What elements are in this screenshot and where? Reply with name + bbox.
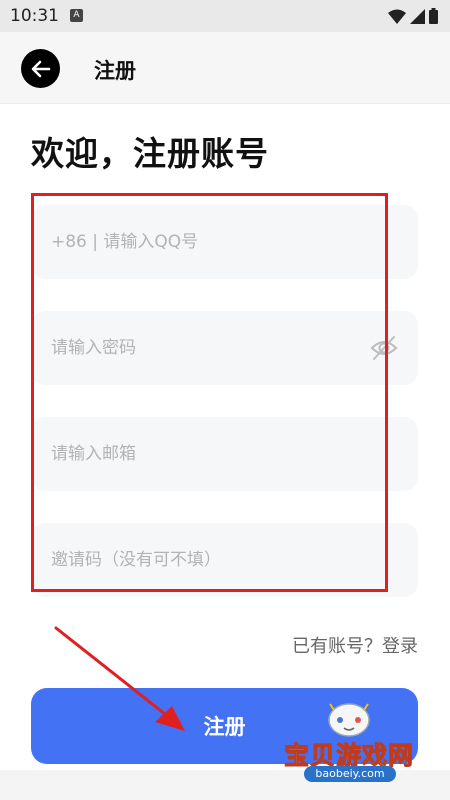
app-bar: 注册 <box>0 32 450 104</box>
invite-code-input[interactable] <box>31 523 418 597</box>
password-input[interactable] <box>31 311 418 385</box>
email-input[interactable] <box>31 417 418 491</box>
gamepad-mascot-icon <box>328 703 370 737</box>
page-title: 注册 <box>94 59 136 83</box>
status-time: 10:31 <box>10 6 59 26</box>
watermark-url: baobeiy.com <box>304 766 396 782</box>
status-bar: 10:31 A <box>0 0 450 32</box>
wifi-icon <box>388 9 406 24</box>
login-link[interactable]: 已有账号？登录 <box>292 632 418 658</box>
annotation-arrow <box>54 626 185 731</box>
status-icons <box>388 8 438 24</box>
qq-field <box>31 205 418 279</box>
qq-input[interactable] <box>31 205 418 279</box>
email-field <box>31 417 418 491</box>
notification-icon: A <box>70 9 83 22</box>
signal-icon <box>410 8 425 24</box>
password-field <box>31 311 418 385</box>
welcome-heading: 欢迎，注册账号 <box>31 134 269 173</box>
eye-off-icon[interactable] <box>370 335 398 361</box>
invite-code-field <box>31 523 418 597</box>
battery-icon <box>429 8 438 24</box>
arrow-left-icon <box>31 60 50 77</box>
back-button[interactable] <box>21 49 60 88</box>
watermark-logo: 宝贝游戏网 baobeiy.com <box>274 700 424 790</box>
